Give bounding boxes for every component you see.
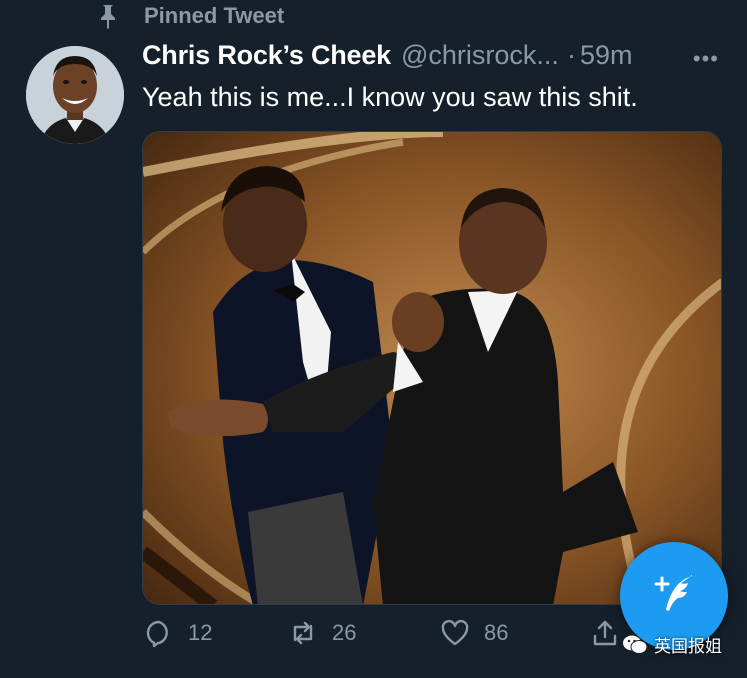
pinned-tweet-header: Pinned Tweet: [94, 2, 284, 30]
avatar[interactable]: [26, 46, 124, 144]
like-button[interactable]: 86: [440, 618, 508, 648]
retweet-icon: [288, 618, 318, 648]
retweet-count: 26: [332, 620, 357, 645]
reply-button[interactable]: 12: [144, 618, 212, 648]
retweet-button[interactable]: 26: [288, 618, 356, 648]
tweet-media-image[interactable]: [142, 131, 722, 605]
tweet-actions: 12 26 86: [142, 618, 662, 658]
user-handle[interactable]: @chrisrock...: [401, 40, 559, 71]
tweet-header: Chris Rock’s Cheek @chrisrock... · 59m: [142, 40, 632, 71]
pinned-label: Pinned Tweet: [144, 3, 285, 28]
heart-icon: [440, 618, 470, 648]
compose-tweet-icon: [648, 568, 700, 625]
more-dots-icon[interactable]: •••: [693, 46, 719, 72]
timestamp[interactable]: 59m: [580, 40, 633, 71]
tweet-text: Yeah this is me...I know you saw this sh…: [142, 82, 638, 112]
watermark: 英国报姐: [622, 632, 722, 657]
like-count: 86: [484, 620, 509, 645]
pin-icon: [94, 2, 122, 30]
display-name[interactable]: Chris Rock’s Cheek: [142, 40, 391, 71]
reply-icon: [144, 618, 174, 648]
header-separator: ·: [566, 40, 576, 70]
share-icon: [590, 618, 620, 648]
tweet-page: Pinned Tweet Chris Rock’s Cheek @chrisro…: [0, 0, 747, 678]
wechat-icon: [622, 634, 648, 656]
reply-count: 12: [188, 620, 213, 645]
share-button[interactable]: [590, 618, 620, 648]
watermark-text: 英国报姐: [654, 637, 722, 656]
